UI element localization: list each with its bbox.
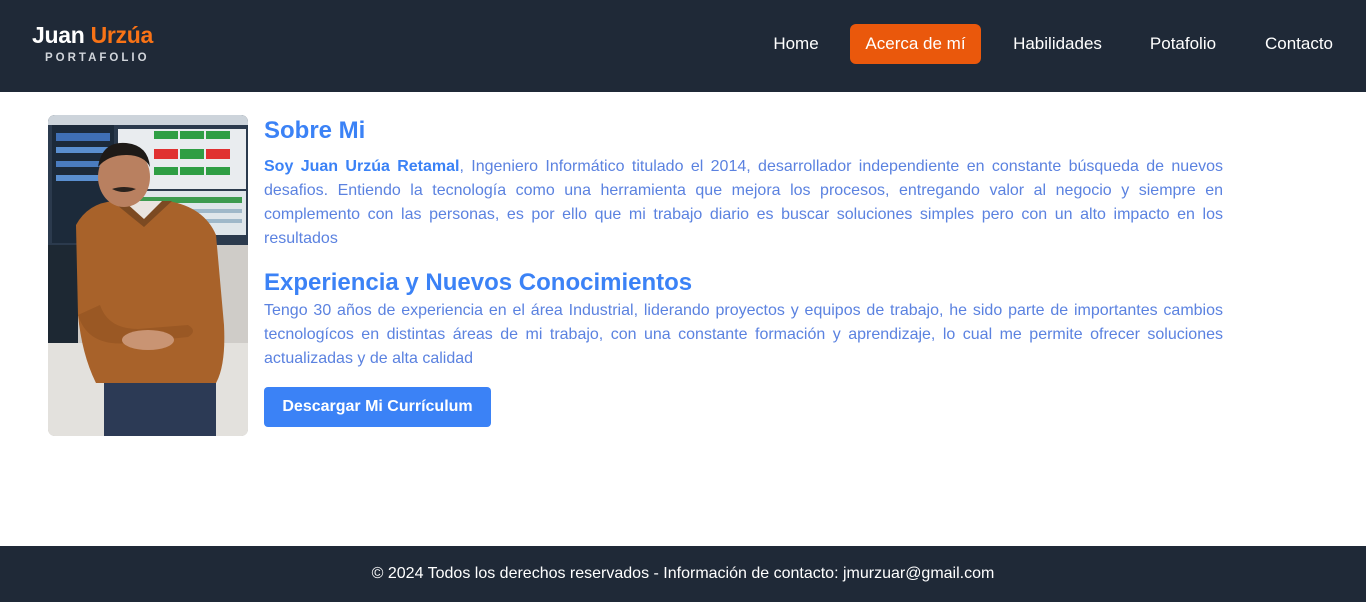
about-section: Sobre Mi Soy Juan Urzúa Retamal, Ingenie… xyxy=(264,115,1223,427)
experience-title: Experiencia y Nuevos Conocimientos xyxy=(264,269,693,296)
nav-item-home[interactable]: Home xyxy=(758,24,834,64)
experience-text: Tengo 30 años de experiencia en el área … xyxy=(264,302,1223,367)
site-footer: © 2024 Todos los derechos reservados - I… xyxy=(0,546,1366,602)
nav-item-acerca[interactable]: Acerca de mí xyxy=(850,24,981,64)
site-header: Juan Urzúa PORTAFOLIO Home Acerca de mí … xyxy=(0,0,1366,92)
profile-photo xyxy=(48,115,248,436)
nav-item-habilidades[interactable]: Habilidades xyxy=(997,24,1118,64)
nav-item-portafolio[interactable]: Potafolio xyxy=(1134,24,1232,64)
about-title: Sobre Mi xyxy=(264,117,366,144)
main-nav: Home Acerca de mí Habilidades Potafolio … xyxy=(0,24,1366,64)
nav-item-contacto[interactable]: Contacto xyxy=(1248,24,1350,64)
download-cv-button[interactable]: Descargar Mi Currículum xyxy=(264,387,491,427)
about-text: Soy Juan Urzúa Retamal, Ingeniero Inform… xyxy=(264,155,1223,251)
about-intro-bold: Soy Juan Urzúa Retamal xyxy=(264,158,460,175)
footer-text: © 2024 Todos los derechos reservados - I… xyxy=(371,565,995,582)
